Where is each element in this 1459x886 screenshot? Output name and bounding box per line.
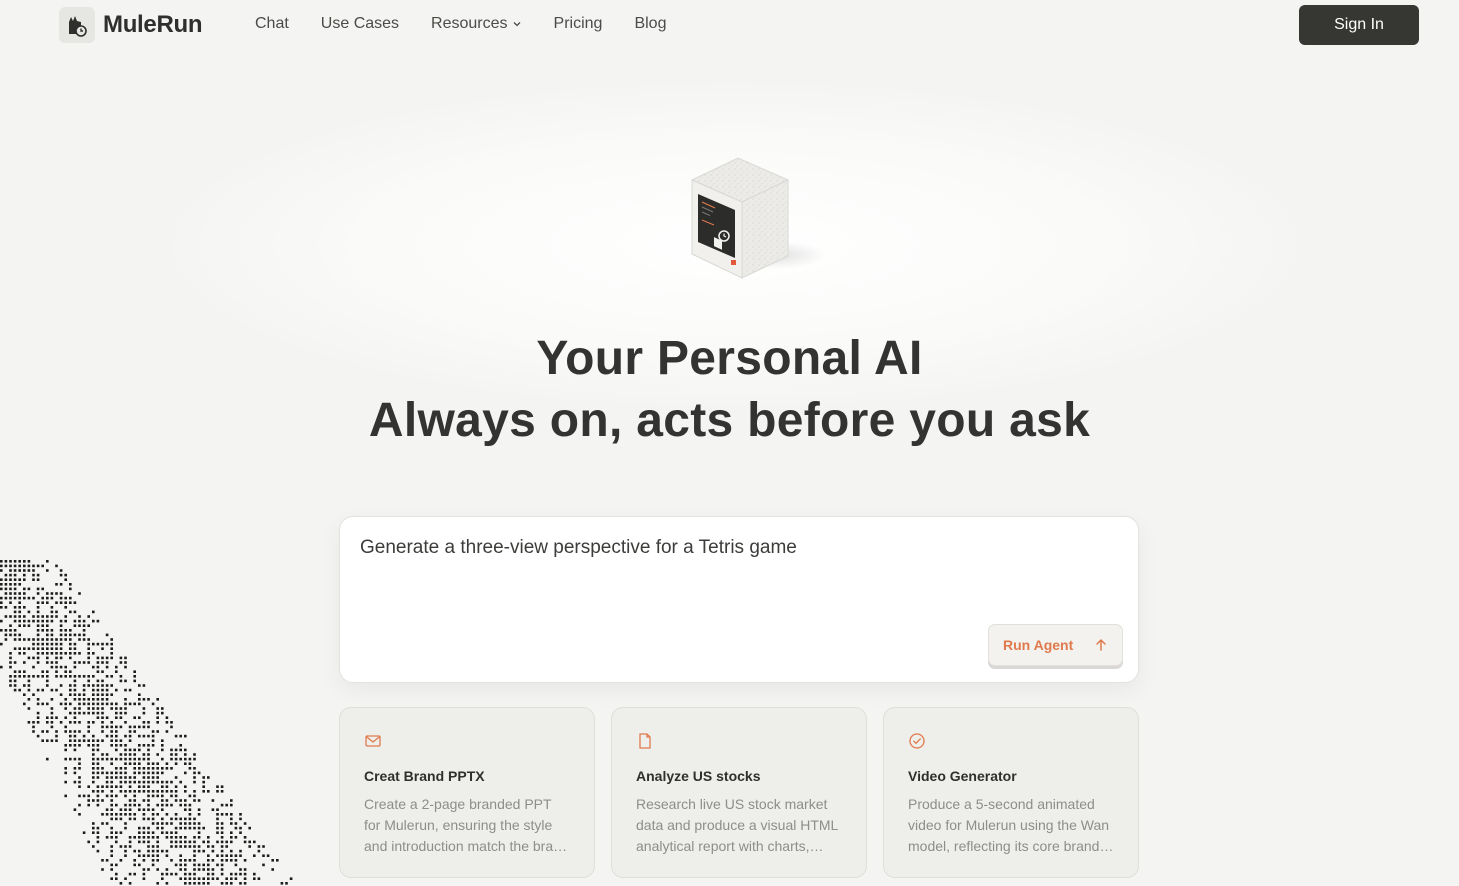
hero-title-line-2: Always on, acts before you ask <box>368 394 1091 447</box>
prompt-input-text[interactable]: Generate a three-view perspective for a … <box>360 537 797 559</box>
check-circle-icon <box>909 733 925 749</box>
nav-item-label: Use Cases <box>320 15 400 32</box>
top-nav-bar: MuleRun Chat Use Cases Resources Pricing… <box>0 0 1459 52</box>
suggestion-card[interactable]: Video Generator Produce a 5-second anima… <box>883 707 1139 878</box>
nav-item-label: Resources <box>431 15 508 32</box>
run-agent-button[interactable]: Run Agent <box>988 624 1123 666</box>
sign-in-button[interactable]: Sign In <box>1299 5 1419 45</box>
card-title: Video Generator <box>908 768 1017 784</box>
brand-logo[interactable]: MuleRun <box>59 7 203 43</box>
document-icon <box>639 733 651 749</box>
nav-item-label: Pricing <box>553 15 603 32</box>
nav-item-label: Blog <box>634 15 667 32</box>
suggestion-card[interactable]: Analyze US stocks Research live US stock… <box>611 707 867 878</box>
card-description: Research live US stock market data and p… <box>636 796 838 854</box>
run-agent-label: Run Agent <box>1003 637 1074 653</box>
mail-icon <box>365 735 381 747</box>
nav-item-chat[interactable]: Chat <box>255 15 289 33</box>
suggestion-card[interactable]: Creat Brand PPTX Create a 2-page branded… <box>339 707 595 878</box>
card-title: Analyze US stocks <box>636 768 761 784</box>
dotted-pattern-decoration <box>0 560 293 885</box>
prompt-input-box[interactable]: Generate a three-view perspective for a … <box>339 516 1139 683</box>
card-description: Create a 2-page branded PPT for Mulerun,… <box>364 796 569 854</box>
chevron-down-icon <box>513 22 520 27</box>
hero-title-line-1: Your Personal AI <box>536 332 923 385</box>
nav-item-resources[interactable]: Resources <box>431 15 521 33</box>
suggestion-cards: Creat Brand PPTX Create a 2-page branded… <box>339 707 1139 878</box>
mule-icon <box>59 7 95 43</box>
hero-headline: Your Personal AI Always on, acts before … <box>0 328 1459 452</box>
nav-item-blog[interactable]: Blog <box>634 15 666 33</box>
brand-name: MuleRun <box>103 11 203 38</box>
main-nav: Chat Use Cases Resources Pricing Blog <box>255 15 666 33</box>
page: MuleRun Chat Use Cases Resources Pricing… <box>0 0 1459 886</box>
agent-cube-illustration <box>690 157 825 279</box>
arrow-up-icon <box>1096 638 1106 651</box>
nav-item-label: Chat <box>255 15 289 32</box>
nav-item-pricing[interactable]: Pricing <box>554 15 603 33</box>
card-title: Creat Brand PPTX <box>364 768 485 784</box>
nav-item-use-cases[interactable]: Use Cases <box>321 15 399 33</box>
card-description: Produce a 5-second animated video for Mu… <box>908 796 1110 854</box>
